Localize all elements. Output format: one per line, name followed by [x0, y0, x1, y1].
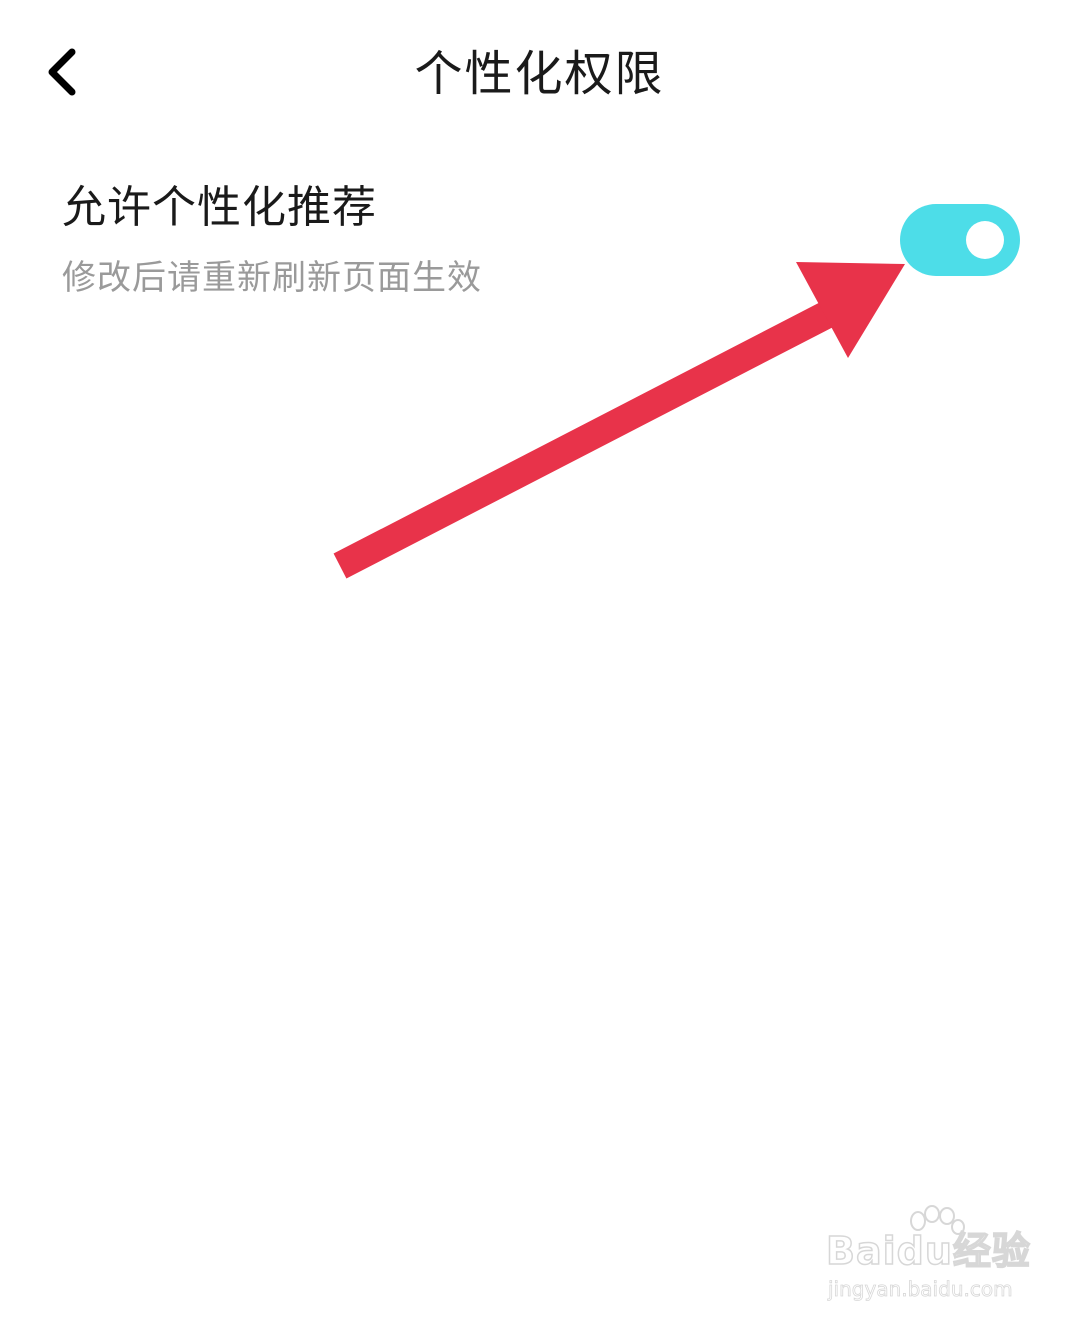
setting-title: 允许个性化推荐 — [62, 182, 377, 233]
watermark-url: jingyan.baidu.com — [828, 1277, 1013, 1302]
page-title: 个性化权限 — [414, 46, 665, 102]
header-bar: 个性化权限 — [0, 0, 1079, 150]
watermark-brand: Baidu经验 — [825, 1228, 1031, 1274]
arrow-shaft — [333, 287, 862, 579]
personalized-recommendation-toggle[interactable] — [900, 204, 1020, 276]
toggle-knob — [966, 221, 1004, 259]
setting-description: 修改后请重新刷新页面生效 — [62, 258, 482, 298]
baidu-jingyan-watermark: Baidu经验 jingyan.baidu.com — [825, 1205, 1036, 1305]
setting-row-personalized-recommendation: 允许个性化推荐 修改后请重新刷新页面生效 — [0, 160, 1079, 320]
